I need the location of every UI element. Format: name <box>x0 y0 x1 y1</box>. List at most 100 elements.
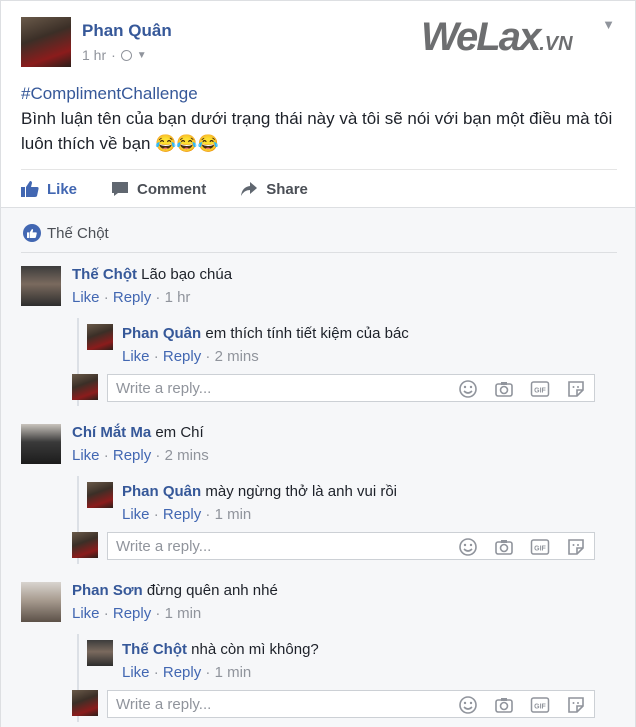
commenter-name[interactable]: Chí Mắt Ma <box>72 424 151 441</box>
reply-placeholder: Write a reply... <box>116 696 212 713</box>
gif-icon[interactable]: GIF <box>530 379 550 399</box>
avatar <box>72 532 98 558</box>
hashtag-link[interactable]: #ComplimentChallenge <box>21 81 621 106</box>
svg-text:GIF: GIF <box>534 704 546 711</box>
chevron-down-icon[interactable]: ▼ <box>602 17 615 32</box>
comment-body: em Chí <box>155 424 204 441</box>
camera-icon[interactable] <box>494 537 514 557</box>
reply-like-link[interactable]: Like <box>122 664 150 681</box>
reply-time: 1 min <box>214 506 252 523</box>
avatar <box>72 374 98 400</box>
like-label: Like <box>47 180 78 198</box>
comment-reply-link[interactable]: Reply <box>113 605 151 622</box>
like-button[interactable]: Like <box>21 181 77 198</box>
comment-label: Comment <box>137 180 207 198</box>
comment-thread: Phan Sơn đừng quên anh nhé Like · Reply … <box>21 582 621 722</box>
likes-summary[interactable]: Thế Chột <box>23 224 109 242</box>
comment-reply-link[interactable]: Reply <box>113 447 151 464</box>
avatar[interactable] <box>87 640 113 666</box>
comment-button[interactable]: Comment <box>111 181 206 198</box>
sticker-icon[interactable] <box>566 695 586 715</box>
post-text: Bình luận tên của bạn dưới trạng thái nà… <box>21 109 613 153</box>
reply-reply-link[interactable]: Reply <box>163 664 201 681</box>
divider <box>21 252 617 253</box>
emoji-laugh: 😂😂😂 <box>155 134 219 153</box>
author-name[interactable]: Phan Quân <box>82 21 172 41</box>
comment-body: đừng quên anh nhé <box>146 582 278 599</box>
avatar[interactable] <box>87 482 113 508</box>
smiley-icon[interactable] <box>458 537 478 557</box>
avatar[interactable] <box>21 424 61 464</box>
comment-links: Like · Reply · 1 min <box>72 605 202 622</box>
svg-text:GIF: GIF <box>534 546 546 553</box>
reply-tools: GIF <box>458 379 586 399</box>
commenter-name[interactable]: Phan Sơn <box>72 582 143 599</box>
comment-body: Lão bạo chúa <box>141 266 233 283</box>
reply-body: mày ngừng thở là anh vui rồi <box>205 483 398 500</box>
reply-like-link[interactable]: Like <box>122 506 150 523</box>
svg-text:GIF: GIF <box>534 388 546 395</box>
comment-time: 1 hr <box>164 289 191 306</box>
comment-like-link[interactable]: Like <box>72 289 100 306</box>
sticker-icon[interactable] <box>566 537 586 557</box>
action-bar: Like Comment Share <box>21 169 617 208</box>
reply-body: em thích tính tiết kiệm của bác <box>205 325 409 342</box>
camera-icon[interactable] <box>494 695 514 715</box>
globe-icon[interactable] <box>120 49 132 61</box>
reply-input[interactable]: Write a reply... GIF <box>107 532 595 560</box>
replier-name[interactable]: Phan Quân <box>122 325 201 342</box>
reply-body: nhà còn mì không? <box>191 641 319 658</box>
reply-links: Like · Reply · 2 mins <box>122 348 259 365</box>
post-body: #ComplimentChallenge Bình luận tên của b… <box>21 81 621 156</box>
comment-thread: Thế Chột Lão bạo chúa Like · Reply · 1 h… <box>21 266 621 406</box>
comment-time: 2 mins <box>164 447 209 464</box>
privacy-caret-icon[interactable]: ▼ <box>137 50 147 61</box>
post-time[interactable]: 1 hr <box>82 47 106 63</box>
reply-tools: GIF <box>458 695 586 715</box>
like-icon <box>21 181 39 197</box>
comment-text: Thế Chột Lão bạo chúa <box>72 266 232 283</box>
author-avatar[interactable] <box>21 17 71 67</box>
sticker-icon[interactable] <box>566 379 586 399</box>
reply-input[interactable]: Write a reply... GIF <box>107 374 595 402</box>
comment-time: 1 min <box>164 605 202 622</box>
share-button[interactable]: Share <box>240 181 308 198</box>
reply-time: 1 min <box>214 664 252 681</box>
reply-like-link[interactable]: Like <box>122 348 150 365</box>
reply-tools: GIF <box>458 537 586 557</box>
replier-name[interactable]: Phan Quân <box>122 483 201 500</box>
comments-section: Thế Chột Thế Chột Lão bạo chúa Like · Re… <box>1 207 635 727</box>
comment-like-link[interactable]: Like <box>72 605 100 622</box>
camera-icon[interactable] <box>494 379 514 399</box>
comment-reply-link[interactable]: Reply <box>113 289 151 306</box>
comment-links: Like · Reply · 1 hr <box>72 289 191 306</box>
reply-text: Thế Chột nhà còn mì không? <box>122 641 319 658</box>
reply-reply-link[interactable]: Reply <box>163 506 201 523</box>
reply-links: Like · Reply · 1 min <box>122 664 252 681</box>
share-label: Share <box>266 180 308 198</box>
reply-input[interactable]: Write a reply... GIF <box>107 690 595 718</box>
avatar[interactable] <box>21 582 61 622</box>
commenter-name[interactable]: Thế Chột <box>72 266 137 283</box>
gif-icon[interactable]: GIF <box>530 695 550 715</box>
watermark-logo: WeLax.VN <box>421 15 573 59</box>
comment-text: Phan Sơn đừng quên anh nhé <box>72 582 278 599</box>
comment-thread: Chí Mắt Ma em Chí Like · Reply · 2 mins … <box>21 424 621 564</box>
comment-text: Chí Mắt Ma em Chí <box>72 424 204 441</box>
reply-time: 2 mins <box>214 348 259 365</box>
comment-like-link[interactable]: Like <box>72 447 100 464</box>
gif-icon[interactable]: GIF <box>530 537 550 557</box>
reply-reply-link[interactable]: Reply <box>163 348 201 365</box>
smiley-icon[interactable] <box>458 379 478 399</box>
like-badge-icon <box>23 224 41 242</box>
comment-icon <box>112 182 129 196</box>
share-icon <box>241 182 258 196</box>
smiley-icon[interactable] <box>458 695 478 715</box>
avatar[interactable] <box>21 266 61 306</box>
avatar[interactable] <box>87 324 113 350</box>
reply-placeholder: Write a reply... <box>116 538 212 555</box>
reply-text: Phan Quân em thích tính tiết kiệm của bá… <box>122 325 409 342</box>
reply-links: Like · Reply · 1 min <box>122 506 252 523</box>
replier-name[interactable]: Thế Chột <box>122 641 187 658</box>
post-meta: 1 hr · ▼ <box>82 47 147 63</box>
